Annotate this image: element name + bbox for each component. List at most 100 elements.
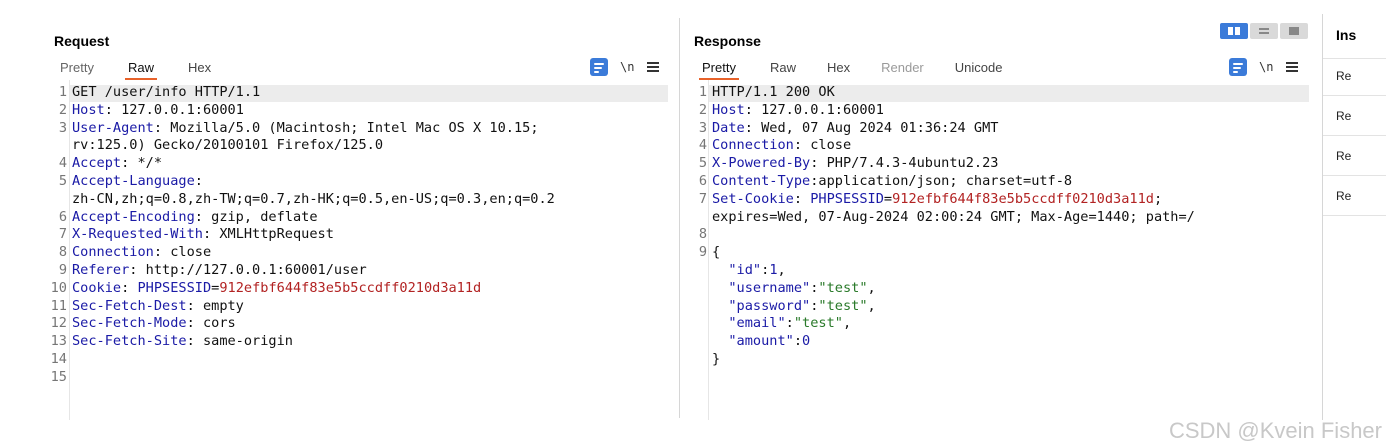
line-number xyxy=(0,191,67,209)
inspector-divider xyxy=(1323,95,1386,96)
code-token: Sec-Fetch-Mode xyxy=(72,315,187,332)
code-token: "email" xyxy=(728,315,786,332)
request-tab-pretty[interactable]: Pretty xyxy=(60,58,94,80)
response-pane: Response Pretty Raw Hex Render Unicode \… xyxy=(686,0,1322,420)
wrap-lines-icon[interactable] xyxy=(590,58,608,76)
code-token: : XMLHttpRequest xyxy=(202,226,334,243)
response-tab-pretty[interactable]: Pretty xyxy=(699,58,739,80)
line-number: 14 xyxy=(50,350,67,367)
code-line: HTTP/1.1 200 OK xyxy=(712,84,1195,102)
code-line: Connection: close xyxy=(72,244,555,262)
code-token: :application/json; charset=utf-8 xyxy=(810,172,1073,189)
line-number: 11 xyxy=(50,297,67,314)
code-token: Date xyxy=(712,119,745,136)
code-line: Accept-Language: xyxy=(72,173,555,191)
code-token: : 127.0.0.1:60001 xyxy=(744,101,884,118)
code-token: Connection xyxy=(712,137,794,154)
line-number: 2 xyxy=(58,101,67,118)
response-editor[interactable]: 123456789 HTTP/1.1 200 OK Host: 127.0.0.1… xyxy=(686,80,1316,420)
code-line: Sec-Fetch-Mode: cors xyxy=(72,315,555,333)
line-number: 5 xyxy=(698,155,707,172)
inspector-divider xyxy=(1323,175,1386,176)
request-toolbar: \n xyxy=(590,57,660,77)
request-pane: Request Pretty Raw Hex \n 1 2 3 4 5 6 7 8 9 10 11 1… xyxy=(0,0,679,420)
code-token: "amount" xyxy=(728,333,794,350)
code-line: "email":"test", xyxy=(712,315,1195,333)
code-token: : xyxy=(793,190,811,207)
line-number: 10 xyxy=(50,279,67,296)
code-token: : gzip, deflate xyxy=(194,208,318,225)
response-tab-raw[interactable]: Raw xyxy=(770,58,796,80)
request-code[interactable]: GET /user/info HTTP/1.1 Host: 127.0.0.1:6… xyxy=(72,84,555,387)
menu-icon[interactable] xyxy=(1286,62,1299,72)
inspector-item[interactable]: Re xyxy=(1336,189,1386,203)
code-token: , xyxy=(842,315,852,332)
code-line: Connection: close xyxy=(712,137,1195,155)
code-token: PHPSESSID xyxy=(810,190,884,207)
layout-stacked-button[interactable] xyxy=(1250,23,1278,39)
code-line: "password":"test", xyxy=(712,298,1195,316)
wrap-lines-icon[interactable] xyxy=(1229,58,1247,76)
line-number: 7 xyxy=(58,226,67,243)
code-line: GET /user/info HTTP/1.1 xyxy=(72,84,555,102)
line-number: 9 xyxy=(698,244,707,261)
code-token: : Mozilla/5.0 (Macintosh; Intel Mac OS X… xyxy=(153,119,539,136)
request-editor[interactable]: 1 2 3 4 5 6 7 8 9 10 11 12 13 14 15 GET /user/info HTT… xyxy=(0,80,676,420)
line-number: 1 xyxy=(58,84,67,100)
response-tab-render[interactable]: Render xyxy=(881,58,924,80)
code-line: Sec-Fetch-Dest: empty xyxy=(72,298,555,316)
code-token: "test" xyxy=(793,315,843,332)
line-number xyxy=(686,280,707,298)
code-token: rv:125.0) Gecko/20100101 Firefox/125.0 xyxy=(72,137,383,154)
code-token: : close xyxy=(793,137,852,154)
inspector-item[interactable]: Re xyxy=(1336,149,1386,163)
request-tab-hex[interactable]: Hex xyxy=(188,58,211,80)
show-newlines-icon[interactable]: \n xyxy=(620,60,634,74)
layout-single-button[interactable] xyxy=(1280,23,1308,39)
show-newlines-icon[interactable]: \n xyxy=(1259,60,1273,74)
line-number: 1 xyxy=(698,84,707,100)
code-token: = xyxy=(883,190,893,207)
code-line: zh-CN,zh;q=0.8,zh-TW;q=0.7,zh-HK;q=0.5,e… xyxy=(72,191,555,209)
response-line-numbers: 1234567 89 xyxy=(686,84,707,351)
inspector-item[interactable]: Re xyxy=(1336,109,1386,123)
line-number: 6 xyxy=(58,208,67,225)
code-token: : xyxy=(121,279,138,296)
response-tab-unicode[interactable]: Unicode xyxy=(955,58,1003,80)
code-token: Accept-Encoding xyxy=(72,208,195,225)
code-line: "username":"test", xyxy=(712,280,1195,298)
response-tabs: Pretty Raw Hex Render Unicode xyxy=(699,58,1033,80)
gutter-divider xyxy=(708,80,709,420)
code-token: : xyxy=(793,333,803,350)
response-code[interactable]: HTTP/1.1 200 OK Host: 127.0.0.1:60001 Date… xyxy=(712,84,1195,369)
code-token: : 127.0.0.1:60001 xyxy=(104,101,244,118)
code-line: } xyxy=(712,351,1195,369)
line-number: 8 xyxy=(698,226,707,243)
code-token: "test" xyxy=(818,279,868,296)
request-title: Request xyxy=(54,33,110,49)
code-token: Connection xyxy=(72,244,154,261)
layout-side-by-side-button[interactable] xyxy=(1220,23,1248,39)
code-line: expires=Wed, 07-Aug-2024 02:00:24 GMT; M… xyxy=(712,209,1195,227)
request-tab-raw[interactable]: Raw xyxy=(124,58,157,80)
line-number xyxy=(686,262,707,280)
code-line: rv:125.0) Gecko/20100101 Firefox/125.0 xyxy=(72,137,555,155)
pane-divider[interactable] xyxy=(679,18,680,418)
single-pane-icon xyxy=(1289,27,1299,35)
code-token: Referer xyxy=(72,261,130,278)
code-token: 0 xyxy=(802,333,811,350)
code-token: "username" xyxy=(728,279,811,296)
response-tab-hex[interactable]: Hex xyxy=(827,58,850,80)
code-token: Accept xyxy=(72,155,122,172)
inspector-item[interactable]: Re xyxy=(1336,69,1386,83)
code-token: , xyxy=(777,261,786,278)
code-token: : xyxy=(194,172,203,189)
menu-icon[interactable] xyxy=(647,62,660,72)
code-token: "password" xyxy=(728,297,811,314)
line-number: 13 xyxy=(50,333,67,350)
request-line-numbers: 1 2 3 4 5 6 7 8 9 10 11 12 13 14 15 xyxy=(0,84,67,387)
code-token: : close xyxy=(153,244,212,261)
